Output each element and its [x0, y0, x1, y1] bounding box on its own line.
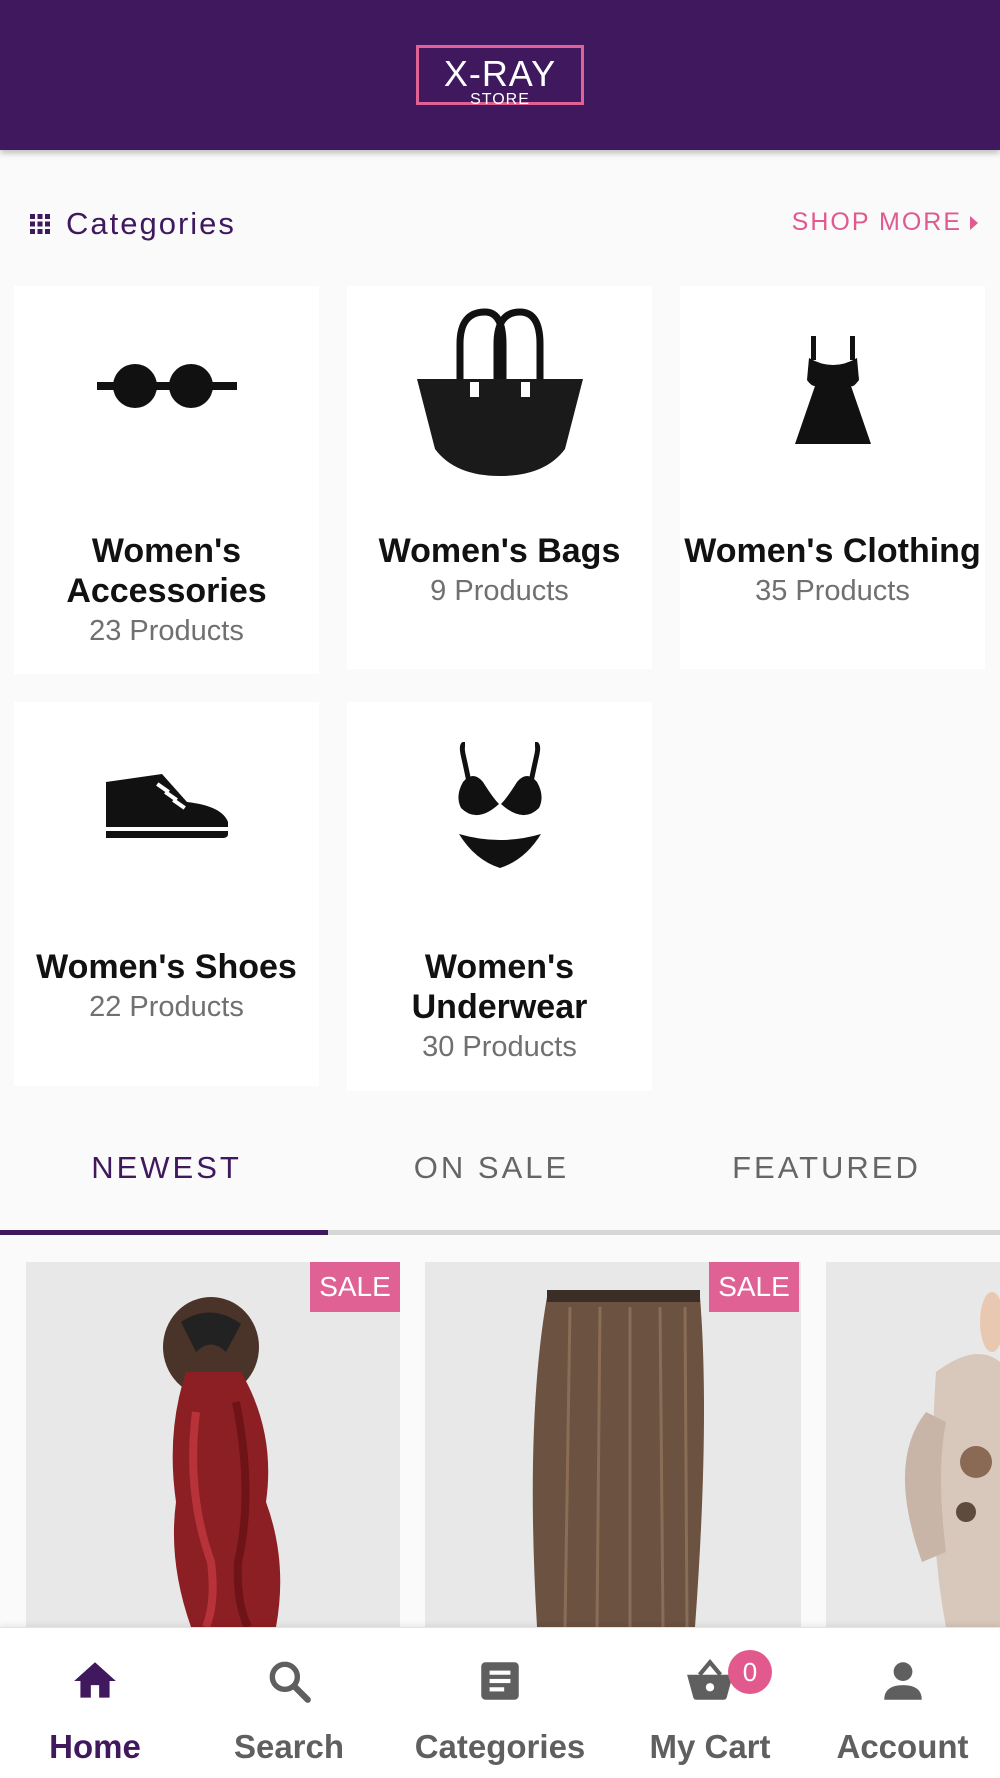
logo-main-text: X-RAY [443, 53, 557, 94]
logo-sub-text: STORE [470, 91, 530, 108]
product-image-kimono [904, 1292, 1000, 1627]
tab-indicator [0, 1230, 328, 1235]
app-bar: X-RAY STORE [0, 0, 1000, 150]
nav-account[interactable]: Account [825, 1628, 980, 1778]
search-icon [269, 1661, 311, 1703]
product-image-red-ponytail [163, 1297, 281, 1627]
categories-title: Categories [30, 206, 236, 242]
category-card-clothing[interactable]: Women's Clothing 35 Products [680, 286, 985, 669]
nav-my-cart[interactable]: 0 My Cart [630, 1628, 790, 1778]
category-name: Women's Underwear 30 Products [347, 947, 652, 1067]
product-card[interactable]: SALE [26, 1262, 400, 1627]
chevron-right-icon [970, 215, 978, 230]
nav-search[interactable]: Search [214, 1628, 364, 1778]
category-name: Women's Bags 9 Products [347, 531, 652, 611]
shop-more-link[interactable]: SHOP MORE [792, 208, 978, 237]
nav-my-cart-label: My Cart [649, 1728, 771, 1765]
category-card-bags[interactable]: Women's Bags 9 Products [347, 286, 652, 669]
product-card[interactable] [826, 1262, 1000, 1627]
nav-home-label: Home [49, 1728, 141, 1765]
basket-icon [687, 1658, 733, 1700]
product-tabs: NEWEST ON SALE FEATURED [0, 1130, 1000, 1235]
categories-header: Categories SHOP MORE [0, 200, 1000, 250]
nav-categories-label: Categories [414, 1728, 586, 1765]
category-name: Women's Clothing 35 Products [680, 531, 985, 611]
category-count: 30 Products [422, 1031, 577, 1063]
category-name: Women's Accessories 23 Products [14, 531, 319, 651]
category-card-accessories[interactable]: Women's Accessories 23 Products [14, 286, 319, 674]
category-card-underwear[interactable]: Women's Underwear 30 Products [347, 702, 652, 1091]
category-count: 9 Products [430, 575, 569, 607]
category-count: 35 Products [755, 575, 910, 607]
cart-count-badge: 0 [728, 1650, 772, 1694]
category-count: 22 Products [89, 991, 244, 1023]
person-icon [883, 1662, 922, 1700]
bikini-icon [457, 742, 542, 868]
sneaker-icon [105, 774, 228, 838]
categories-title-label: Categories [66, 206, 236, 241]
handbag-icon [416, 307, 583, 476]
sale-badge: SALE [310, 1262, 400, 1312]
nav-home[interactable]: Home [20, 1628, 170, 1778]
product-image-brown-hair [532, 1290, 704, 1627]
product-carousel[interactable]: SALE SALE [0, 1262, 1000, 1627]
tab-on-sale[interactable]: ON SALE [325, 1150, 658, 1186]
category-card-shoes[interactable]: Women's Shoes 22 Products [14, 702, 319, 1086]
bottom-navigation: Home Search Categories 0 My Cart Account [0, 1627, 1000, 1778]
grid-icon [30, 214, 50, 234]
sale-badge: SALE [709, 1262, 799, 1312]
sunglasses-icon [96, 364, 237, 408]
category-name: Women's Shoes 22 Products [14, 947, 319, 1027]
tab-featured[interactable]: FEATURED [660, 1150, 993, 1186]
nav-account-label: Account [836, 1728, 969, 1765]
nav-search-label: Search [233, 1728, 345, 1765]
store-logo[interactable]: X-RAY STORE [416, 45, 584, 108]
shop-more-label: SHOP MORE [791, 208, 962, 236]
home-icon [74, 1662, 116, 1698]
list-icon [481, 1662, 519, 1700]
tab-newest[interactable]: NEWEST [0, 1150, 333, 1186]
product-card[interactable]: SALE [425, 1262, 801, 1627]
category-count: 23 Products [89, 615, 244, 647]
nav-categories[interactable]: Categories [410, 1628, 590, 1778]
dress-icon [794, 336, 871, 444]
